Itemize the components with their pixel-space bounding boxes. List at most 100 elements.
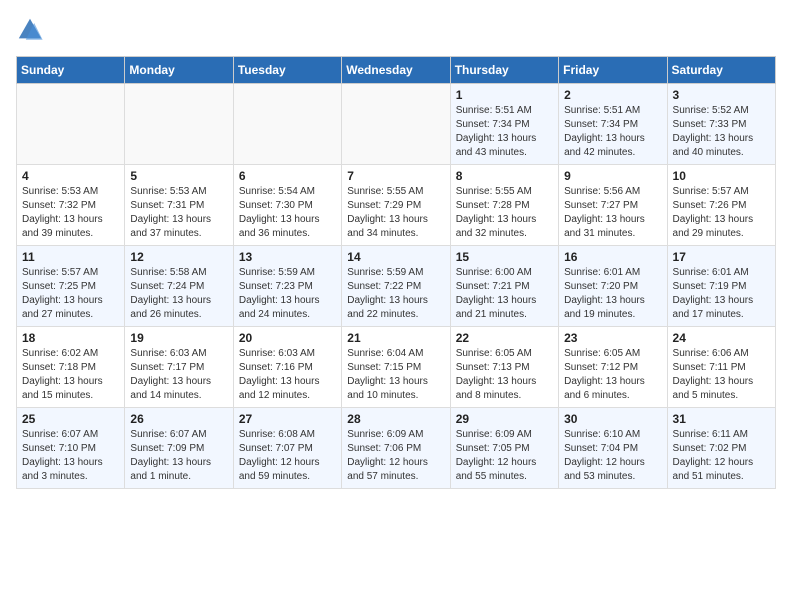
day-info: Sunrise: 6:03 AM Sunset: 7:17 PM Dayligh… <box>130 347 227 403</box>
day-number: 7 <box>347 169 444 183</box>
day-info: Sunrise: 6:09 AM Sunset: 7:06 PM Dayligh… <box>347 428 444 484</box>
calendar-cell <box>125 84 233 165</box>
day-number: 18 <box>22 331 119 345</box>
day-info: Sunrise: 6:07 AM Sunset: 7:09 PM Dayligh… <box>130 428 227 484</box>
calendar-header: SundayMondayTuesdayWednesdayThursdayFrid… <box>17 57 776 84</box>
day-info: Sunrise: 6:06 AM Sunset: 7:11 PM Dayligh… <box>673 347 770 403</box>
calendar-cell: 11 Sunrise: 5:57 AM Sunset: 7:25 PM Dayli… <box>17 246 125 327</box>
day-info: Sunrise: 5:52 AM Sunset: 7:33 PM Dayligh… <box>673 104 770 160</box>
calendar-cell: 20 Sunrise: 6:03 AM Sunset: 7:16 PM Dayli… <box>233 327 341 408</box>
calendar-cell: 2 Sunrise: 5:51 AM Sunset: 7:34 PM Daylig… <box>559 84 667 165</box>
calendar-cell: 1 Sunrise: 5:51 AM Sunset: 7:34 PM Daylig… <box>450 84 558 165</box>
header-day: Thursday <box>450 57 558 84</box>
day-number: 13 <box>239 250 336 264</box>
calendar-cell <box>233 84 341 165</box>
day-number: 31 <box>673 412 770 426</box>
calendar-week-row: 11 Sunrise: 5:57 AM Sunset: 7:25 PM Dayli… <box>17 246 776 327</box>
calendar-cell: 18 Sunrise: 6:02 AM Sunset: 7:18 PM Dayli… <box>17 327 125 408</box>
day-info: Sunrise: 5:51 AM Sunset: 7:34 PM Dayligh… <box>456 104 553 160</box>
header-day: Saturday <box>667 57 775 84</box>
day-number: 6 <box>239 169 336 183</box>
calendar-cell: 9 Sunrise: 5:56 AM Sunset: 7:27 PM Daylig… <box>559 165 667 246</box>
calendar-cell: 16Sunrise: 6:01 AM Sunset: 7:20 PM Dayli… <box>559 246 667 327</box>
day-number: 9 <box>564 169 661 183</box>
header-day: Wednesday <box>342 57 450 84</box>
day-number: 28 <box>347 412 444 426</box>
day-number: 30 <box>564 412 661 426</box>
calendar-body: 1 Sunrise: 5:51 AM Sunset: 7:34 PM Daylig… <box>17 84 776 489</box>
day-info: Sunrise: 5:54 AM Sunset: 7:30 PM Dayligh… <box>239 185 336 241</box>
day-number: 24 <box>673 331 770 345</box>
day-info: Sunrise: 6:04 AM Sunset: 7:15 PM Dayligh… <box>347 347 444 403</box>
day-info: Sunrise: 5:55 AM Sunset: 7:29 PM Dayligh… <box>347 185 444 241</box>
day-number: 5 <box>130 169 227 183</box>
calendar-cell <box>342 84 450 165</box>
calendar-cell: 25Sunrise: 6:07 AM Sunset: 7:10 PM Dayli… <box>17 408 125 489</box>
calendar-cell: 13 Sunrise: 5:59 AM Sunset: 7:23 PM Dayli… <box>233 246 341 327</box>
day-number: 20 <box>239 331 336 345</box>
day-info: Sunrise: 5:59 AM Sunset: 7:23 PM Dayligh… <box>239 266 336 322</box>
day-number: 4 <box>22 169 119 183</box>
header-day: Tuesday <box>233 57 341 84</box>
day-number: 12 <box>130 250 227 264</box>
day-info: Sunrise: 6:00 AM Sunset: 7:21 PM Dayligh… <box>456 266 553 322</box>
day-info: Sunrise: 5:58 AM Sunset: 7:24 PM Dayligh… <box>130 266 227 322</box>
day-number: 1 <box>456 88 553 102</box>
day-number: 14 <box>347 250 444 264</box>
day-number: 11 <box>22 250 119 264</box>
day-number: 21 <box>347 331 444 345</box>
day-number: 22 <box>456 331 553 345</box>
calendar-cell: 26 Sunrise: 6:07 AM Sunset: 7:09 PM Dayli… <box>125 408 233 489</box>
calendar-cell: 29 Sunrise: 6:09 AM Sunset: 7:05 PM Dayli… <box>450 408 558 489</box>
day-info: Sunrise: 6:09 AM Sunset: 7:05 PM Dayligh… <box>456 428 553 484</box>
day-info: Sunrise: 5:53 AM Sunset: 7:31 PM Dayligh… <box>130 185 227 241</box>
calendar-cell: 27Sunrise: 6:08 AM Sunset: 7:07 PM Dayli… <box>233 408 341 489</box>
page-header <box>16 16 776 44</box>
calendar-cell: 21 Sunrise: 6:04 AM Sunset: 7:15 PM Dayli… <box>342 327 450 408</box>
day-number: 2 <box>564 88 661 102</box>
header-day: Monday <box>125 57 233 84</box>
day-number: 3 <box>673 88 770 102</box>
day-number: 8 <box>456 169 553 183</box>
day-number: 16 <box>564 250 661 264</box>
day-info: Sunrise: 6:08 AM Sunset: 7:07 PM Dayligh… <box>239 428 336 484</box>
calendar-cell: 15 Sunrise: 6:00 AM Sunset: 7:21 PM Dayli… <box>450 246 558 327</box>
calendar-week-row: 1 Sunrise: 5:51 AM Sunset: 7:34 PM Daylig… <box>17 84 776 165</box>
day-number: 26 <box>130 412 227 426</box>
calendar-cell: 14 Sunrise: 5:59 AM Sunset: 7:22 PM Dayli… <box>342 246 450 327</box>
calendar-cell <box>17 84 125 165</box>
day-number: 19 <box>130 331 227 345</box>
header-day: Sunday <box>17 57 125 84</box>
day-info: Sunrise: 5:59 AM Sunset: 7:22 PM Dayligh… <box>347 266 444 322</box>
calendar-cell: 19 Sunrise: 6:03 AM Sunset: 7:17 PM Dayli… <box>125 327 233 408</box>
calendar-cell: 22 Sunrise: 6:05 AM Sunset: 7:13 PM Dayli… <box>450 327 558 408</box>
calendar-cell: 4Sunrise: 5:53 AM Sunset: 7:32 PM Daylig… <box>17 165 125 246</box>
calendar-cell: 28 Sunrise: 6:09 AM Sunset: 7:06 PM Dayli… <box>342 408 450 489</box>
calendar-table: SundayMondayTuesdayWednesdayThursdayFrid… <box>16 56 776 489</box>
day-info: Sunrise: 5:51 AM Sunset: 7:34 PM Dayligh… <box>564 104 661 160</box>
day-info: Sunrise: 5:56 AM Sunset: 7:27 PM Dayligh… <box>564 185 661 241</box>
header-row: SundayMondayTuesdayWednesdayThursdayFrid… <box>17 57 776 84</box>
day-number: 17 <box>673 250 770 264</box>
calendar-cell: 3 Sunrise: 5:52 AM Sunset: 7:33 PM Daylig… <box>667 84 775 165</box>
day-number: 25 <box>22 412 119 426</box>
day-info: Sunrise: 5:55 AM Sunset: 7:28 PM Dayligh… <box>456 185 553 241</box>
day-info: Sunrise: 6:02 AM Sunset: 7:18 PM Dayligh… <box>22 347 119 403</box>
day-number: 29 <box>456 412 553 426</box>
calendar-cell: 10Sunrise: 5:57 AM Sunset: 7:26 PM Dayli… <box>667 165 775 246</box>
day-info: Sunrise: 5:57 AM Sunset: 7:25 PM Dayligh… <box>22 266 119 322</box>
day-info: Sunrise: 6:05 AM Sunset: 7:13 PM Dayligh… <box>456 347 553 403</box>
day-info: Sunrise: 6:03 AM Sunset: 7:16 PM Dayligh… <box>239 347 336 403</box>
logo-icon <box>16 16 44 44</box>
calendar-week-row: 4Sunrise: 5:53 AM Sunset: 7:32 PM Daylig… <box>17 165 776 246</box>
day-number: 15 <box>456 250 553 264</box>
calendar-cell: 17Sunrise: 6:01 AM Sunset: 7:19 PM Dayli… <box>667 246 775 327</box>
calendar-cell: 12 Sunrise: 5:58 AM Sunset: 7:24 PM Dayli… <box>125 246 233 327</box>
day-info: Sunrise: 5:57 AM Sunset: 7:26 PM Dayligh… <box>673 185 770 241</box>
calendar-cell: 5 Sunrise: 5:53 AM Sunset: 7:31 PM Daylig… <box>125 165 233 246</box>
calendar-cell: 7 Sunrise: 5:55 AM Sunset: 7:29 PM Daylig… <box>342 165 450 246</box>
calendar-cell: 30Sunrise: 6:10 AM Sunset: 7:04 PM Dayli… <box>559 408 667 489</box>
calendar-week-row: 25Sunrise: 6:07 AM Sunset: 7:10 PM Dayli… <box>17 408 776 489</box>
calendar-cell: 8 Sunrise: 5:55 AM Sunset: 7:28 PM Daylig… <box>450 165 558 246</box>
calendar-cell: 31Sunrise: 6:11 AM Sunset: 7:02 PM Dayli… <box>667 408 775 489</box>
